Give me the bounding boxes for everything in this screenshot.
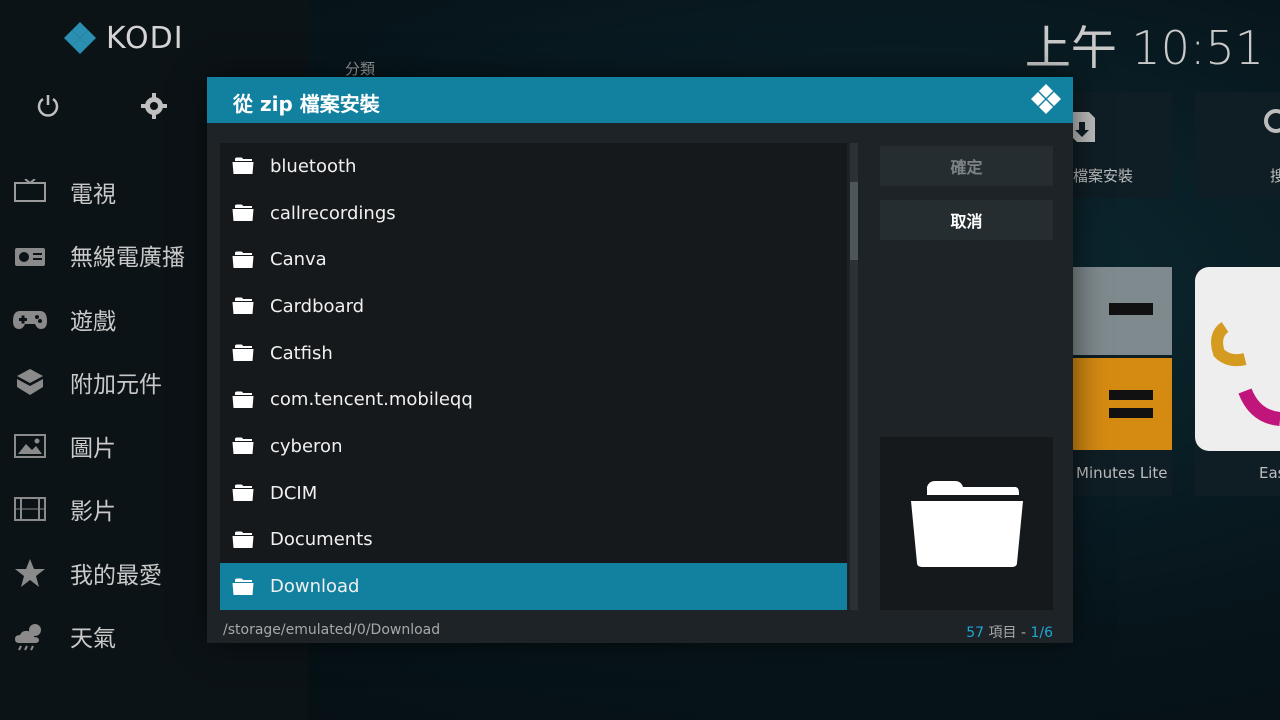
- category-label: 分類: [345, 60, 376, 78]
- file-list-item[interactable]: Cardboard: [220, 283, 847, 330]
- file-list-item-label: Download: [270, 576, 360, 598]
- file-list-item-label: DCIM: [270, 482, 318, 504]
- item-count-number: 57: [966, 625, 985, 641]
- picture-icon: [12, 431, 48, 461]
- minus-sign: [1109, 303, 1153, 315]
- file-list-item-label: cyberon: [270, 435, 343, 457]
- folder-icon: [232, 344, 254, 362]
- current-path: /storage/emulated/0/Download: [223, 622, 441, 638]
- bg-tile-install-zip[interactable]: 檔案安裝: [1071, 92, 1172, 198]
- dialog-header: 從 zip 檔案安裝: [207, 77, 1073, 123]
- sidebar-item-label: 附加元件: [70, 372, 162, 399]
- sidebar-item-label: 影片: [70, 499, 116, 526]
- file-list-item[interactable]: bluetooth: [220, 143, 847, 190]
- film-icon: [12, 494, 48, 524]
- folder-icon: [232, 437, 254, 455]
- item-count-label: 項目 -: [988, 625, 1027, 641]
- addon-box-icon: [12, 367, 48, 397]
- folder-icon: [232, 297, 254, 315]
- kodi-logo-icon: [1031, 84, 1061, 114]
- folder-icon: [232, 531, 254, 548]
- file-list: bluetooth callrecordings Canva Cardboard Cat…: [220, 143, 847, 610]
- page-indicator: 1/6: [1030, 625, 1053, 641]
- easy-thumb: [1195, 267, 1280, 451]
- search-icon: [1264, 109, 1280, 133]
- bg-tile-label: Easy: [1259, 464, 1280, 482]
- folder-preview: [880, 437, 1053, 610]
- sidebar-item-label: 圖片: [70, 435, 116, 462]
- item-count: 57 項目 - 1/6: [966, 622, 1053, 642]
- sidebar-item-label: 無線電廣播: [70, 245, 185, 272]
- file-list-item-label: Canva: [270, 249, 327, 271]
- scrollbar[interactable]: [850, 143, 858, 610]
- bg-tile-minutes-lite[interactable]: Minutes Lite: [1073, 267, 1172, 496]
- cancel-button[interactable]: 取消: [880, 200, 1053, 240]
- power-icon[interactable]: [34, 92, 62, 120]
- folder-icon: [232, 578, 254, 595]
- bg-tile-label: Minutes Lite: [1076, 464, 1168, 482]
- radio-icon: [12, 240, 48, 270]
- calculator-thumb-bottom: [1073, 358, 1172, 450]
- gamepad-icon: [12, 304, 48, 334]
- easy-logo-icon: [1211, 322, 1280, 426]
- file-list-item-label: com.tencent.mobileqq: [270, 389, 473, 411]
- bg-tile-easy[interactable]: Easy: [1195, 267, 1280, 496]
- folder-large-icon: [910, 480, 1023, 567]
- scrollbar-thumb[interactable]: [850, 182, 858, 260]
- sidebar-item-label: 我的最愛: [70, 562, 162, 589]
- bg-tile-label: 搜: [1270, 167, 1280, 185]
- file-list-item[interactable]: Download: [220, 563, 847, 610]
- equals-bar-top: [1109, 390, 1153, 400]
- file-list-item[interactable]: DCIM: [220, 470, 847, 517]
- file-list-item[interactable]: callrecordings: [220, 190, 847, 237]
- file-list-item-label: callrecordings: [270, 202, 396, 224]
- file-list-item[interactable]: com.tencent.mobileqq: [220, 376, 847, 423]
- dialog-title: 從 zip 檔案安裝: [233, 92, 380, 116]
- gear-icon[interactable]: [140, 92, 168, 120]
- file-list-item-label: Documents: [270, 529, 373, 551]
- kodi-logo: KODI: [62, 20, 184, 56]
- file-list-item-label: bluetooth: [270, 155, 357, 177]
- folder-icon: [232, 484, 254, 502]
- folder-icon: [232, 157, 254, 175]
- file-list-item[interactable]: cyberon: [220, 423, 847, 470]
- sidebar-item-label: 遊戲: [70, 308, 116, 335]
- kodi-logo-text: KODI: [106, 20, 184, 56]
- folder-icon: [232, 391, 254, 408]
- file-list-item[interactable]: Canva: [220, 236, 847, 283]
- clock: 上午 10:51: [1024, 21, 1264, 75]
- tv-icon: [12, 177, 48, 207]
- install-from-zip-dialog: 從 zip 檔案安裝 bluetooth callrecordings Canva C…: [207, 77, 1073, 643]
- kodi-logo-icon: [64, 22, 96, 54]
- folder-icon: [232, 204, 254, 222]
- file-list-item[interactable]: Documents: [220, 517, 847, 564]
- bg-tile-label: 檔案安裝: [1073, 167, 1134, 185]
- sidebar-item-label: 天氣: [70, 626, 116, 653]
- file-list-item[interactable]: Catfish: [220, 330, 847, 377]
- file-list-item-label: Catfish: [270, 342, 333, 364]
- bg-tile-search[interactable]: 搜: [1195, 92, 1280, 198]
- file-list-item-label: Cardboard: [270, 295, 365, 317]
- weather-icon: [12, 621, 48, 651]
- ok-button[interactable]: 確定: [880, 146, 1053, 186]
- calculator-thumb-top: [1073, 267, 1172, 355]
- folder-icon: [232, 251, 254, 268]
- equals-bar-bottom: [1109, 408, 1153, 418]
- star-icon: [12, 558, 48, 588]
- sidebar-item-label: 電視: [70, 181, 116, 208]
